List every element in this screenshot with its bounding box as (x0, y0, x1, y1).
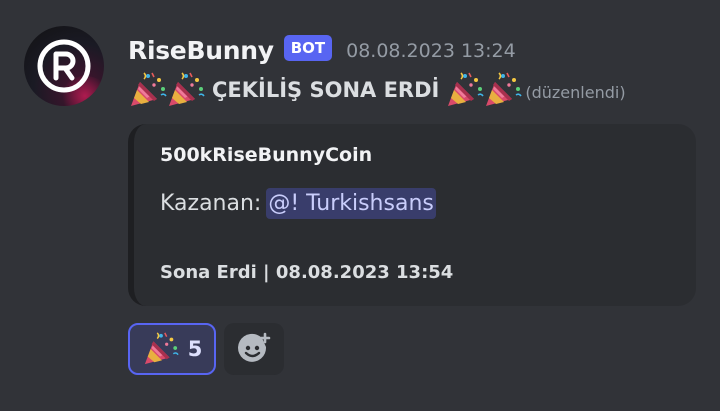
edited-label: (düzenlendi) (525, 82, 626, 102)
add-reaction-smiley-icon (238, 332, 271, 362)
party-popper-icon (128, 71, 168, 109)
username[interactable]: RiseBunny (128, 36, 274, 65)
party-popper-icon (445, 71, 485, 109)
party-popper-icon (142, 331, 180, 367)
message-timestamp[interactable]: 08.08.2023 13:24 (346, 40, 516, 62)
party-popper-icon (166, 71, 206, 109)
registered-r-logo-icon (37, 39, 91, 93)
bot-tag: BOT (283, 35, 333, 61)
message-text: ÇEKİLİŞ SONA ERDİ (212, 78, 440, 102)
avatar[interactable] (24, 26, 104, 106)
message-header: RiseBunny BOT 08.08.2023 13:24 (128, 30, 516, 70)
embed-card: 500kRiseBunnyCoin Kazanan: @! Turkishsan… (128, 124, 696, 306)
embed-footer: Sona Erdi | 08.08.2023 13:54 (160, 262, 454, 283)
chat-message: RiseBunny BOT 08.08.2023 13:24 ÇEKİLİŞ S… (0, 0, 720, 411)
reactions-bar: 5 (128, 323, 284, 375)
add-reaction-button[interactable] (224, 323, 284, 375)
user-mention[interactable]: @! Turkishsans (266, 188, 436, 219)
reaction-count: 5 (187, 337, 203, 361)
winner-label: Kazanan: (160, 191, 262, 216)
party-popper-icon (483, 71, 523, 109)
embed-title: 500kRiseBunnyCoin (160, 144, 373, 166)
embed-description: Kazanan: @! Turkishsans (160, 188, 436, 219)
message-content: ÇEKİLİŞ SONA ERDİ (düzenlendi) (128, 70, 626, 110)
reaction-party-popper[interactable]: 5 (128, 323, 216, 375)
